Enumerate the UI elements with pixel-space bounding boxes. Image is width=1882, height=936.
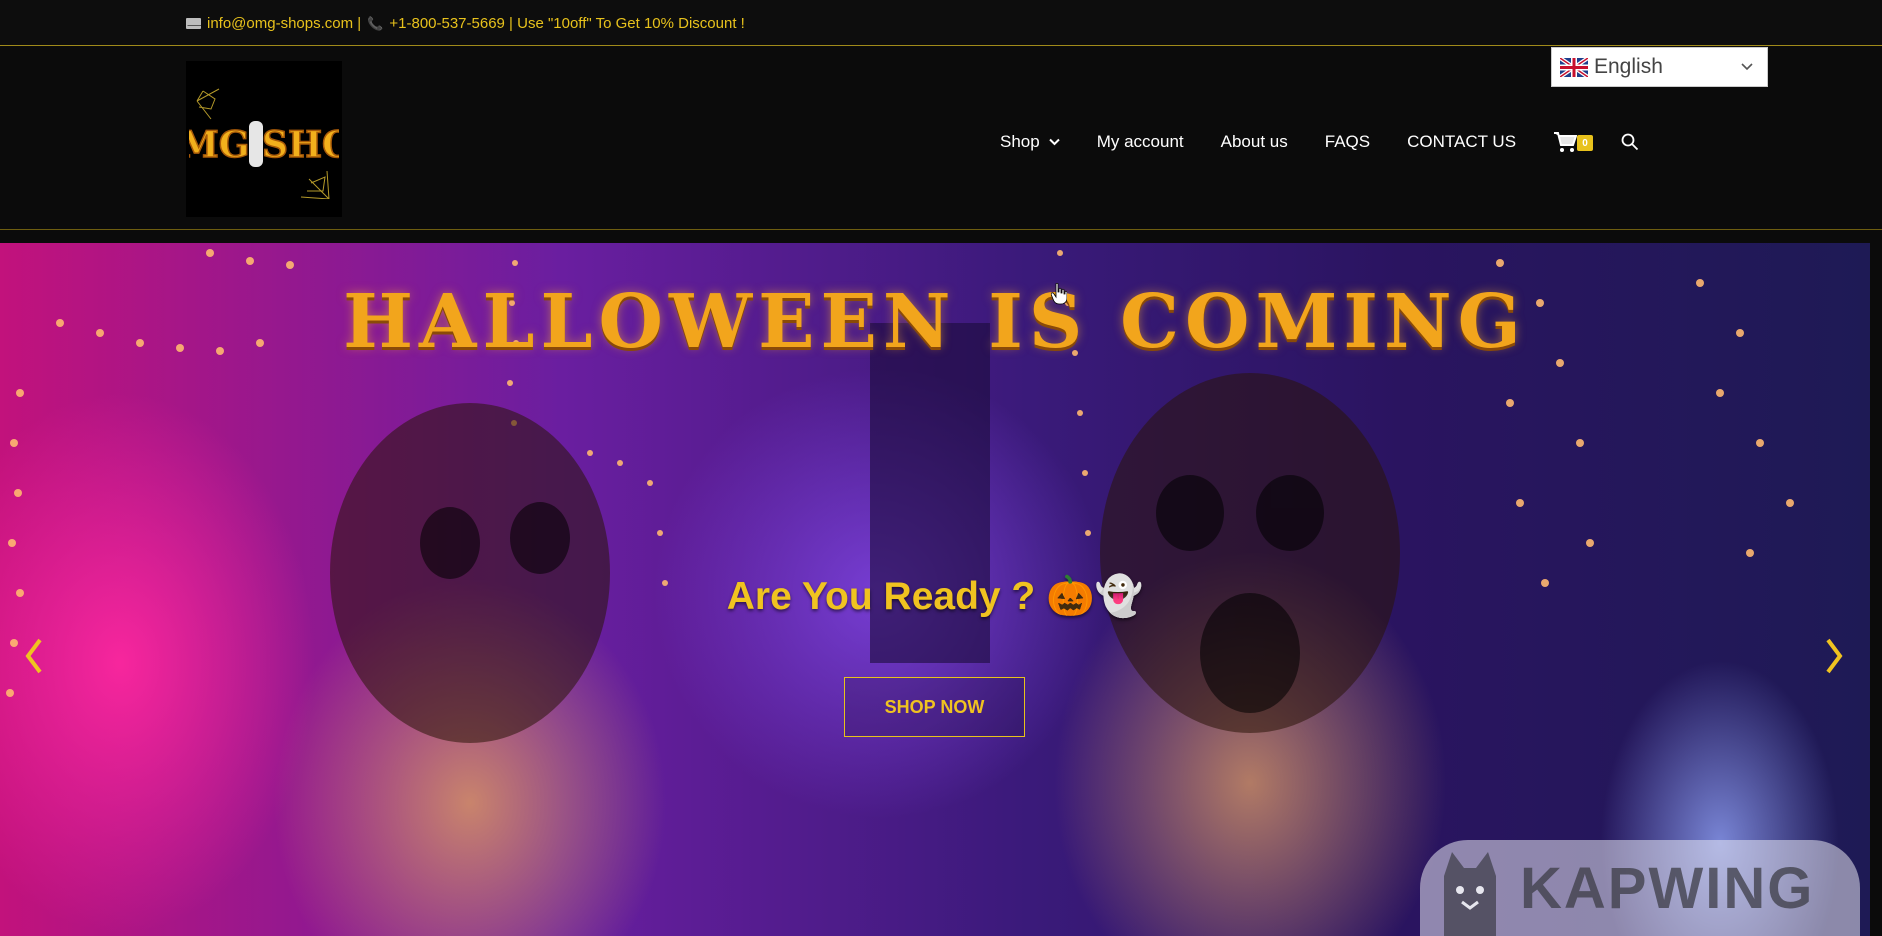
nav-item-faqs[interactable]: FAQS [1325, 132, 1370, 152]
kapwing-watermark: KAPWING [1420, 840, 1860, 936]
chevron-down-icon [1048, 138, 1060, 146]
hero-subheadline: Are You Ready ? 🎃👻 [0, 573, 1870, 619]
language-label: English [1594, 55, 1663, 78]
main-nav: Shop My account About us FAQS CONTACT US… [1000, 127, 1639, 157]
search-button[interactable] [1621, 133, 1639, 151]
top-info-bar: info@omg-shops.com | 📞 +1-800-537-5669 |… [0, 0, 1882, 46]
nav-item-contact-us[interactable]: CONTACT US [1407, 132, 1516, 152]
slider-prev-arrow-icon[interactable] [22, 636, 46, 676]
nav-item-label: My account [1096, 132, 1184, 151]
pumpkin-ghost-icon: 🎃👻 [1046, 574, 1144, 619]
omg-shop-logo: OMG SHOP [189, 88, 339, 199]
watermark-text: KAPWING [1520, 855, 1815, 921]
nav-item-shop[interactable]: Shop [1000, 132, 1060, 152]
search-icon [1621, 133, 1639, 151]
contact-email[interactable]: info@omg-shops.com | [207, 15, 361, 32]
nav-item-my-account[interactable]: My account [1097, 132, 1184, 152]
nav-item-label: Shop [1000, 132, 1040, 151]
nav-item-label: CONTACT US [1407, 132, 1517, 151]
kapwing-logo-icon [1444, 852, 1496, 936]
phone-icon: 📞 [367, 15, 384, 31]
contact-info: info@omg-shops.com | 📞 +1-800-537-5669 |… [186, 15, 745, 32]
cart-icon [1554, 132, 1578, 152]
language-selector[interactable]: English [1551, 47, 1768, 87]
chevron-down-icon [1741, 63, 1753, 71]
hero-slider: HALLOWEEN IS COMING Are You Ready ? 🎃👻 S… [0, 243, 1870, 936]
nav-item-label: FAQS [1324, 132, 1371, 151]
hero-headline: HALLOWEEN IS COMING [343, 279, 1527, 365]
nav-item-about-us[interactable]: About us [1221, 132, 1288, 152]
cart-button[interactable]: 0 [1553, 131, 1594, 153]
uk-flag-icon [1560, 57, 1588, 77]
slider-next-arrow-icon[interactable] [1822, 636, 1846, 676]
shop-now-button[interactable]: SHOP NOW [844, 677, 1025, 737]
hero-subheadline-text: Are You Ready ? [726, 575, 1036, 618]
cart-count-badge: 0 [1577, 135, 1594, 151]
mail-icon [186, 18, 201, 29]
contact-phone-promo: +1-800-537-5669 | Use "10off" To Get 10%… [389, 15, 745, 32]
site-logo[interactable]: OMG SHOP [186, 61, 342, 217]
site-header: OMG SHOP English Shop My account About u… [0, 47, 1882, 230]
nav-item-label: About us [1220, 132, 1288, 151]
svg-text:OMG SHOP: OMG SHOP [189, 124, 339, 166]
